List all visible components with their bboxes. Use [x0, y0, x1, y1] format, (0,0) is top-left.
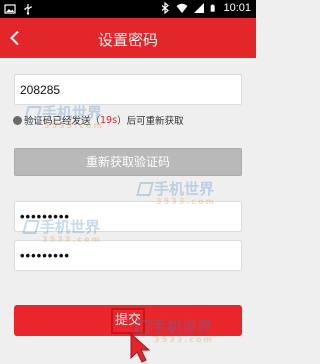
resend-code-button[interactable]: 重新获取验证码	[14, 148, 242, 176]
info-icon	[13, 115, 22, 125]
usb-icon	[24, 4, 32, 15]
password-input[interactable]	[14, 201, 242, 232]
title-bar: 设置密码	[0, 18, 256, 58]
signal-icon	[194, 3, 205, 13]
notice-suffix: ）后可重新获取	[117, 116, 184, 127]
bluetooth-icon	[162, 2, 170, 14]
countdown-timer: 19s	[100, 114, 118, 126]
wifi-icon	[176, 3, 188, 13]
pointer-arrow-icon	[130, 332, 151, 363]
submit-label: 提交	[110, 308, 145, 334]
status-time: 10:01	[223, 2, 251, 14]
notice-prefix: 验证码已经发送（	[24, 116, 101, 127]
confirm-password-input[interactable]	[14, 240, 242, 271]
image-icon	[4, 4, 16, 14]
battery-icon	[211, 4, 216, 12]
page-title: 设置密码	[97, 31, 158, 49]
verification-code-input[interactable]	[14, 74, 242, 105]
watermark-logo-icon	[136, 181, 154, 196]
status-bar: 10:01	[0, 0, 256, 18]
code-sent-notice: 验证码已经发送（ 19s ）后可重新获取	[13, 113, 249, 127]
